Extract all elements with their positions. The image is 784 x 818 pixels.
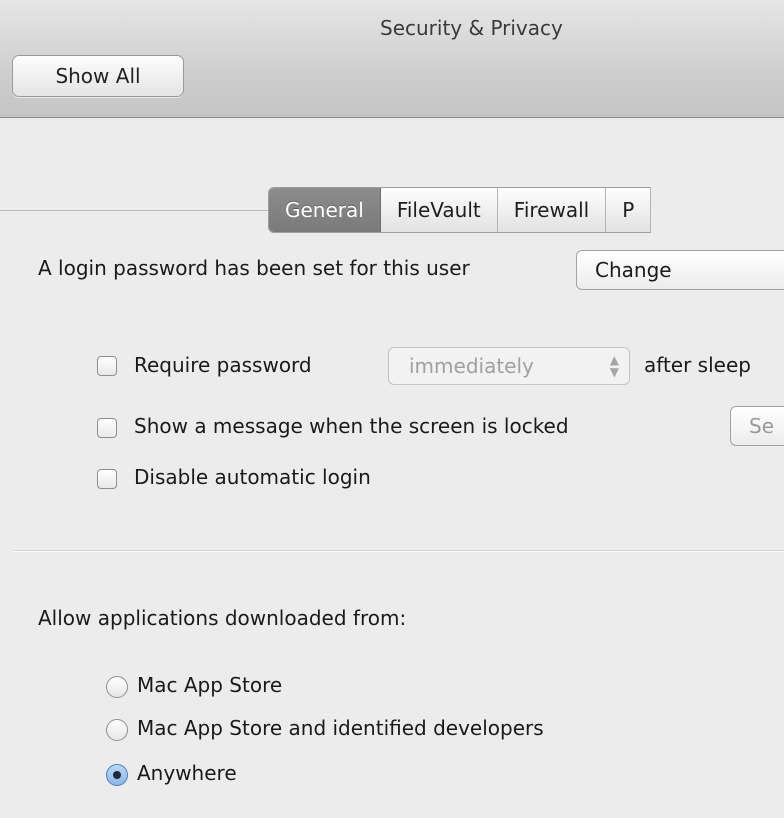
section-separator: [14, 550, 784, 551]
radio-dot-icon: [113, 771, 121, 779]
tab-firewall[interactable]: Firewall: [498, 188, 607, 232]
show-message-label: Show a message when the screen is locked: [134, 414, 569, 438]
set-lock-message-button[interactable]: Se: [730, 406, 784, 446]
after-sleep-label: after sleep: [644, 353, 751, 377]
radio-mac-app-store[interactable]: [106, 676, 128, 698]
require-password-checkbox[interactable]: [97, 356, 117, 376]
tab-filevault[interactable]: FileVault: [381, 188, 498, 232]
tab-bar: General FileVault Firewall P: [268, 187, 652, 233]
radio-anywhere-label: Anywhere: [137, 761, 237, 785]
up-down-chevron-icon: ▲ ▼: [609, 353, 619, 379]
radio-identified-developers-label: Mac App Store and identified developers: [137, 716, 544, 740]
radio-mac-app-store-label: Mac App Store: [137, 673, 283, 697]
require-password-delay-select[interactable]: immediately ▲ ▼: [388, 347, 630, 385]
show-all-button[interactable]: Show All: [12, 55, 184, 97]
disable-automatic-login-checkbox[interactable]: [97, 469, 117, 489]
tab-general[interactable]: General: [269, 188, 381, 232]
require-password-label: Require password: [134, 353, 312, 377]
allow-apps-heading: Allow applications downloaded from:: [38, 606, 407, 630]
tab-privacy[interactable]: P: [606, 188, 652, 232]
change-password-button[interactable]: Change: [576, 250, 784, 290]
show-message-checkbox[interactable]: [97, 418, 117, 438]
radio-identified-developers[interactable]: [106, 719, 128, 741]
disable-automatic-login-label: Disable automatic login: [134, 465, 371, 489]
window-title: Security & Privacy: [380, 16, 563, 40]
require-password-delay-value: immediately: [409, 354, 534, 378]
radio-anywhere[interactable]: [106, 764, 128, 786]
window-toolbar: Security & Privacy Show All: [0, 0, 784, 118]
tab-divider-line: [0, 210, 270, 211]
password-status-text: A login password has been set for this u…: [38, 256, 470, 280]
